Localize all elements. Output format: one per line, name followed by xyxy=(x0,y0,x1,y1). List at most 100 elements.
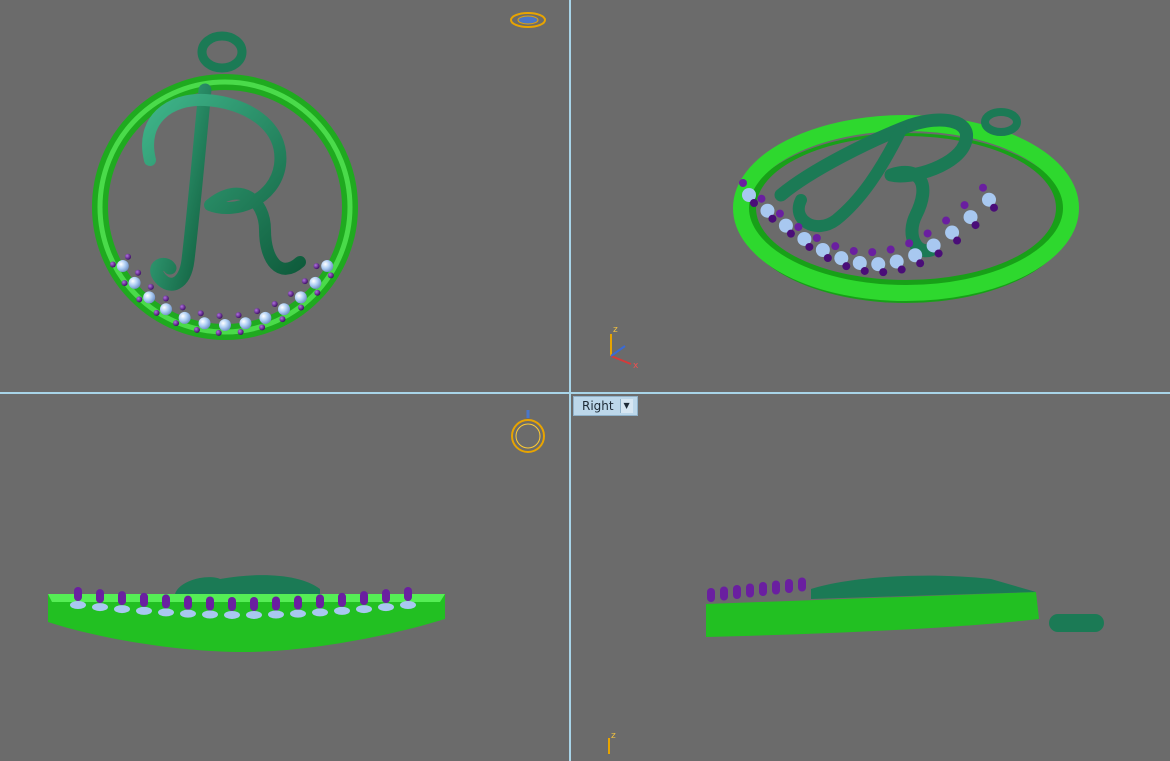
gem xyxy=(92,603,108,612)
gem xyxy=(268,610,284,619)
gem xyxy=(400,601,416,609)
prong xyxy=(794,222,803,231)
viewport-perspective[interactable]: z x xyxy=(571,0,1170,392)
prong xyxy=(338,592,346,607)
gem xyxy=(178,311,191,324)
prong xyxy=(147,283,154,290)
viewport-divider-vertical[interactable] xyxy=(569,0,571,761)
prong xyxy=(135,269,142,276)
prong xyxy=(750,199,758,207)
prong xyxy=(923,229,932,238)
prong xyxy=(942,216,951,225)
prong xyxy=(118,591,126,606)
gem xyxy=(180,609,196,618)
prong xyxy=(916,259,925,268)
prong xyxy=(897,265,906,274)
prong xyxy=(707,588,715,602)
gem xyxy=(136,606,152,615)
gem xyxy=(116,260,129,272)
prong xyxy=(759,582,767,596)
gem xyxy=(378,603,394,612)
prong xyxy=(153,309,160,316)
prong xyxy=(237,329,244,336)
prong xyxy=(971,221,980,230)
pendant-side-profile xyxy=(706,592,1039,637)
prong xyxy=(140,592,148,607)
prong xyxy=(193,326,200,333)
prong xyxy=(173,320,180,327)
axis-tripod-icon: z xyxy=(608,731,616,754)
prong xyxy=(934,249,943,258)
gem xyxy=(202,610,218,619)
prong xyxy=(798,577,806,592)
prong xyxy=(775,209,784,218)
prong xyxy=(786,229,795,238)
prong xyxy=(96,589,104,604)
prong xyxy=(314,289,321,296)
letter-r-script xyxy=(142,83,306,291)
prong xyxy=(757,194,766,203)
prong xyxy=(772,580,780,595)
viewport-right[interactable]: Right ▼ z xyxy=(571,394,1170,761)
gem xyxy=(278,303,290,316)
view-cube-icon[interactable] xyxy=(510,12,546,28)
letter-r-profile xyxy=(175,575,320,594)
svg-text:z: z xyxy=(613,325,618,335)
prong xyxy=(206,596,214,611)
prong xyxy=(250,596,258,611)
prong xyxy=(960,201,969,210)
prong xyxy=(301,278,308,285)
gem xyxy=(128,276,141,289)
prong xyxy=(271,301,278,308)
prong xyxy=(404,587,412,601)
prong xyxy=(990,203,998,212)
viewport-front[interactable] xyxy=(0,0,569,392)
gem xyxy=(160,303,172,316)
prong xyxy=(739,179,747,187)
prong xyxy=(746,583,754,598)
viewport-top[interactable] xyxy=(0,394,569,761)
svg-text:z: z xyxy=(611,731,616,741)
prong xyxy=(812,233,821,242)
pendant-bail xyxy=(981,108,1021,136)
prong xyxy=(868,248,877,257)
prong xyxy=(733,585,741,599)
prong xyxy=(294,595,302,610)
prong xyxy=(162,594,170,609)
front-view-canvas xyxy=(92,12,546,340)
gem xyxy=(356,605,372,614)
prong xyxy=(327,272,334,279)
perspective-view-canvas: z x xyxy=(610,108,1079,371)
pendant-bail xyxy=(197,31,247,73)
prong xyxy=(298,304,305,311)
viewport-divider-horizontal[interactable] xyxy=(0,392,1170,394)
prong xyxy=(979,183,987,192)
gem xyxy=(224,610,240,619)
prong xyxy=(124,253,131,260)
gem xyxy=(114,605,130,614)
prong xyxy=(121,280,128,287)
prong xyxy=(279,316,286,323)
prong xyxy=(316,594,324,609)
gem xyxy=(321,260,334,272)
prong xyxy=(360,591,368,606)
gem xyxy=(309,276,322,289)
prong xyxy=(313,263,320,270)
prong xyxy=(259,324,266,331)
prong xyxy=(879,268,888,277)
gem xyxy=(259,311,272,324)
prong xyxy=(235,312,242,319)
top-view-canvas xyxy=(48,410,545,652)
prong xyxy=(768,214,777,223)
prong xyxy=(109,261,116,268)
gem xyxy=(246,610,262,619)
axis-tripod-icon: z x xyxy=(610,325,639,371)
gem xyxy=(334,606,350,615)
gem xyxy=(158,608,174,617)
prong xyxy=(382,589,390,604)
prong xyxy=(197,310,204,317)
prong xyxy=(287,290,294,297)
view-cube-icon[interactable] xyxy=(511,410,545,453)
prong xyxy=(823,253,832,262)
prong xyxy=(272,596,280,611)
